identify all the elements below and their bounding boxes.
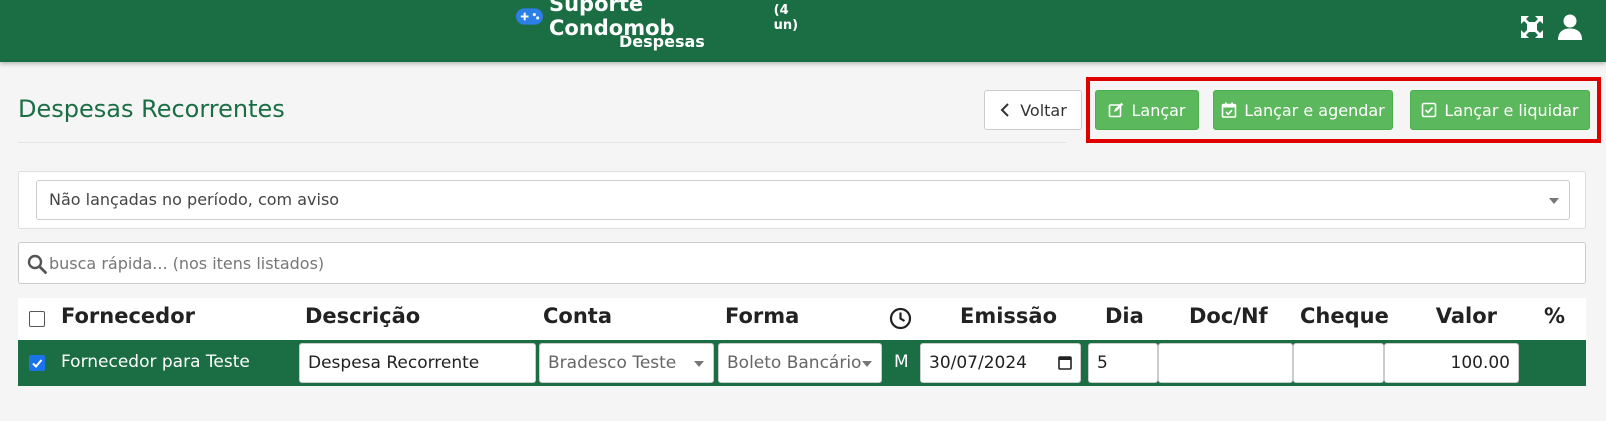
- row-fornecedor: Fornecedor para Teste: [61, 352, 250, 372]
- col-fornecedor[interactable]: Fornecedor: [61, 304, 195, 328]
- quick-search: [18, 242, 1586, 284]
- col-forma[interactable]: Forma: [725, 304, 799, 328]
- launch-schedule-button[interactable]: Lançar e agendar: [1213, 90, 1393, 130]
- calendar-check-icon: [1221, 102, 1237, 118]
- row-cheque-input[interactable]: [1293, 343, 1384, 383]
- calendar-icon[interactable]: [1058, 355, 1072, 370]
- back-button[interactable]: Voltar: [984, 90, 1082, 130]
- search-icon: [27, 254, 47, 274]
- chevron-left-icon: [1000, 103, 1009, 117]
- col-valor[interactable]: Valor: [1436, 304, 1497, 328]
- launch-button[interactable]: Lançar: [1095, 90, 1199, 130]
- caret-down-icon: [862, 361, 872, 367]
- col-conta[interactable]: Conta: [543, 304, 612, 328]
- period-filter-value: Não lançadas no período, com aviso: [49, 190, 340, 209]
- title-divider: [18, 142, 1066, 143]
- row-conta-value: Bradesco Teste: [548, 353, 677, 373]
- caret-down-icon: [694, 361, 704, 367]
- row-valor-input[interactable]: 100.00: [1384, 343, 1519, 383]
- col-descricao[interactable]: Descrição: [305, 304, 420, 328]
- launch-button-label: Lançar: [1131, 100, 1186, 120]
- brand: Suporte Condomob (4 un) Despesas: [516, 0, 816, 51]
- page-title: Despesas Recorrentes: [18, 95, 285, 123]
- clock-icon: [889, 307, 912, 330]
- expand-icon[interactable]: [1518, 13, 1546, 41]
- row-descricao-input[interactable]: Despesa Recorrente: [299, 343, 536, 383]
- expenses-table: Fornecedor Descrição Conta Forma Emissão…: [18, 298, 1586, 386]
- units-count: (4 un): [773, 3, 799, 33]
- back-button-label: Voltar: [1020, 100, 1067, 120]
- col-cheque[interactable]: Cheque: [1300, 304, 1389, 328]
- row-flag: M: [894, 352, 909, 372]
- col-emissao[interactable]: Emissão: [960, 304, 1057, 328]
- col-doc[interactable]: Doc/Nf: [1189, 304, 1268, 328]
- row-forma-select[interactable]: Boleto Bancário: [718, 343, 882, 383]
- check-icon: [32, 359, 43, 368]
- row-conta-select[interactable]: Bradesco Teste: [539, 343, 714, 383]
- launch-schedule-label: Lançar e agendar: [1244, 100, 1385, 120]
- filter-panel: Não lançadas no período, com aviso: [18, 171, 1586, 229]
- edit-icon: [1109, 102, 1124, 118]
- row-doc-input[interactable]: [1158, 343, 1293, 383]
- table-row[interactable]: Fornecedor para Teste Despesa Recorrente…: [18, 340, 1586, 386]
- check-square-icon: [1422, 102, 1437, 118]
- col-dia[interactable]: Dia: [1105, 304, 1144, 328]
- top-bar: Suporte Condomob (4 un) Despesas: [0, 0, 1606, 62]
- period-filter-select[interactable]: Não lançadas no período, com aviso: [36, 180, 1570, 220]
- col-percent[interactable]: %: [1544, 304, 1565, 328]
- gamepad-icon: [516, 7, 543, 25]
- user-icon[interactable]: [1556, 13, 1584, 41]
- select-all-checkbox[interactable]: [29, 311, 45, 327]
- caret-down-icon: [1549, 198, 1559, 204]
- launch-settle-label: Lançar e liquidar: [1444, 100, 1579, 120]
- row-checkbox[interactable]: [29, 355, 45, 371]
- row-emissao-value: 30/07/2024: [929, 353, 1027, 373]
- launch-settle-button[interactable]: Lançar e liquidar: [1410, 90, 1590, 130]
- row-emissao-date[interactable]: 30/07/2024: [920, 343, 1081, 383]
- section-name: Despesas: [619, 32, 705, 51]
- quick-search-input[interactable]: [49, 243, 1579, 283]
- row-dia-input[interactable]: 5: [1088, 343, 1158, 383]
- row-forma-value: Boleto Bancário: [727, 353, 862, 373]
